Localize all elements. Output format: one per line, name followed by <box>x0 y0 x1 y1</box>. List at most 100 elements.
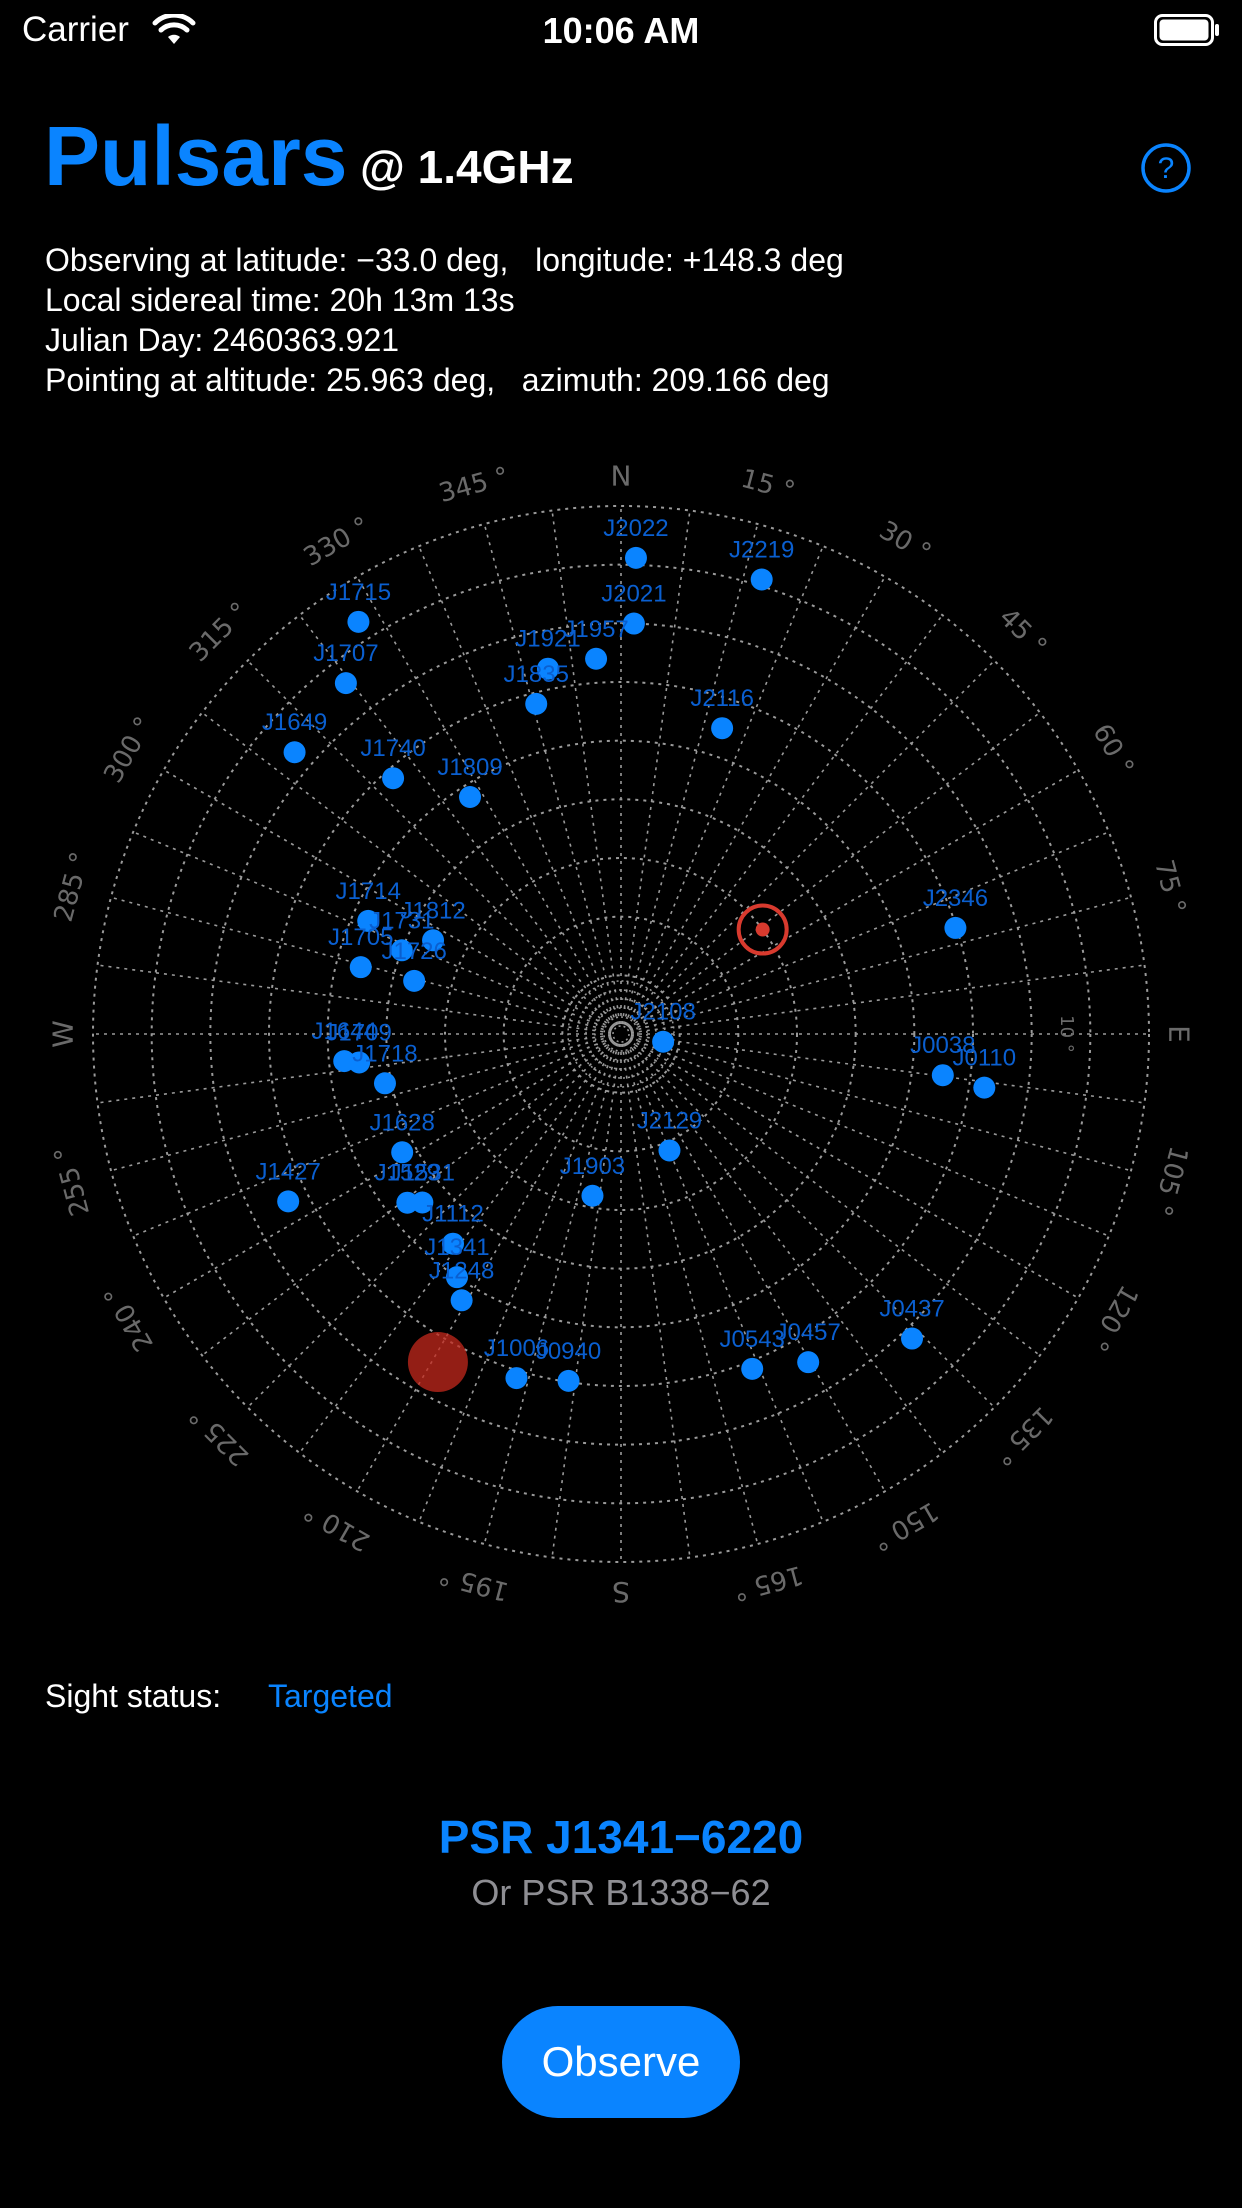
pulsar-marker[interactable] <box>349 956 372 979</box>
battery-icon <box>1154 14 1219 46</box>
target-pulsar-name: PSR J1341−6220 <box>438 1811 804 1863</box>
pulsar-marker[interactable] <box>741 1357 764 1380</box>
svg-text:?: ? <box>1158 152 1175 185</box>
azimuth-label: 75 ° <box>1148 857 1191 917</box>
pulsar-marker[interactable] <box>658 1139 681 1162</box>
pulsar-marker[interactable] <box>403 969 426 992</box>
azimuth-spoke <box>629 769 1079 1030</box>
altitude-label: 10 ° <box>1056 1015 1077 1053</box>
pulsar-label: J2129 <box>637 1107 702 1134</box>
pulsar-label: J1809 <box>437 754 502 781</box>
azimuth-label: 210 ° <box>299 1495 375 1556</box>
pulsar-marker[interactable] <box>750 568 773 591</box>
pulsar-marker[interactable] <box>901 1327 924 1350</box>
pulsar-label: J0437 <box>879 1296 944 1323</box>
azimuth-label: 120 ° <box>1082 1280 1143 1356</box>
pulsar-marker[interactable] <box>711 717 734 740</box>
azimuth-label: 345 ° <box>436 462 512 509</box>
pulsar-marker[interactable] <box>652 1030 675 1053</box>
pulsar-label: J1112 <box>422 1201 484 1228</box>
pulsar-marker[interactable] <box>931 1064 954 1087</box>
pulsar-marker[interactable] <box>624 546 647 569</box>
azimuth-spoke <box>629 831 1110 1031</box>
pulsar-marker[interactable] <box>450 1289 473 1312</box>
direction-label-south: S <box>612 1576 630 1609</box>
pulsar-label: J2108 <box>630 999 695 1026</box>
pulsar-marker[interactable] <box>277 1190 300 1213</box>
pulsar-marker[interactable] <box>525 692 548 715</box>
azimuth-label: 285 ° <box>49 849 96 925</box>
pointing-marker <box>407 1332 468 1393</box>
frequency-label: @ 1.4GHz <box>360 141 574 193</box>
pulsar-marker[interactable] <box>973 1076 996 1099</box>
pulsar-marker[interactable] <box>944 916 967 939</box>
direction-label-north: N <box>611 460 632 493</box>
azimuth-label: 330 ° <box>299 511 375 572</box>
observation-info: Observing at latitude: −33.0 deg, longit… <box>45 240 844 400</box>
target-reticle-dot <box>755 922 770 937</box>
pulsar-marker[interactable] <box>581 1184 604 1207</box>
julian-day-line: Julian Day: 2460363.921 <box>45 322 400 358</box>
pulsar-marker[interactable] <box>382 767 405 790</box>
observe-button[interactable]: Observe <box>502 2006 740 2118</box>
azimuth-label: 300 ° <box>98 712 159 788</box>
pulsar-label: J2022 <box>603 515 668 542</box>
azimuth-label: 150 ° <box>867 1495 943 1556</box>
azimuth-spoke <box>132 1037 613 1237</box>
pulsar-marker[interactable] <box>283 741 306 764</box>
sky-chart[interactable]: N E S W 15 ° 30 ° 45 ° 60 ° 75 ° 105 ° 120 ° 135 ° 1… <box>0 440 1242 1620</box>
pulsar-marker[interactable] <box>585 647 608 670</box>
direction-label-west: W <box>47 1020 80 1048</box>
pulsar-label: J1903 <box>560 1153 625 1180</box>
pulsar-label: J0457 <box>775 1319 840 1346</box>
pulsar-marker[interactable] <box>459 785 482 808</box>
pulsar-marker[interactable] <box>347 610 370 633</box>
azimuth-spoke <box>629 1037 1110 1237</box>
sky-grid <box>92 505 1150 1563</box>
azimuth-label: 315 ° <box>184 597 255 668</box>
azimuth-label: 105 ° <box>1146 1143 1193 1219</box>
azimuth-spoke <box>624 545 824 1026</box>
azimuth-label: 30 ° <box>874 516 936 569</box>
azimuth-spoke <box>629 1038 1079 1299</box>
pulsar-label: J1921 <box>515 626 580 653</box>
center-ring <box>612 1025 630 1043</box>
azimuth-spoke <box>483 523 620 1025</box>
clock: 10:06 AM <box>542 10 700 51</box>
azimuth-spoke <box>626 614 944 1027</box>
azimuth-label: 195 ° <box>436 1559 512 1606</box>
pulsar-label: J1714 <box>336 878 401 905</box>
azimuth-label: 45 ° <box>993 603 1053 663</box>
sidereal-time-line: Local sidereal time: 20h 13m 13s <box>45 282 515 318</box>
pulsar-label: J2219 <box>729 536 794 563</box>
pulsar-marker[interactable] <box>505 1367 528 1390</box>
pulsar-marker[interactable] <box>797 1351 820 1374</box>
azimuth-spoke <box>630 896 1132 1033</box>
azimuth-label: 240 ° <box>98 1280 159 1356</box>
pulsar-label: J1718 <box>352 1040 417 1067</box>
pulsar-marker[interactable] <box>334 672 357 695</box>
pulsar-label: J1726 <box>381 938 446 965</box>
sight-status-label: Sight status: <box>45 1678 222 1714</box>
azimuth-spoke <box>628 711 1041 1029</box>
help-icon[interactable]: ? <box>1140 142 1192 194</box>
pulsar-label: J1707 <box>313 640 378 667</box>
azimuth-spoke <box>483 1043 620 1545</box>
pulsar-label: J1628 <box>369 1109 434 1136</box>
sight-status-value: Targeted <box>268 1678 393 1714</box>
azimuth-label: 135 ° <box>987 1400 1058 1471</box>
location-line: Observing at latitude: −33.0 deg, longit… <box>45 242 844 278</box>
pulsar-marker[interactable] <box>373 1072 396 1095</box>
azimuth-spoke <box>625 576 886 1026</box>
target-pulsar-alt-name: Or PSR B1338−62 <box>471 1872 771 1913</box>
azimuth-label: 60 ° <box>1086 719 1139 781</box>
pulsar-label: J1740 <box>360 735 425 762</box>
pulsar-label: J1531 <box>390 1159 455 1186</box>
azimuth-spoke <box>551 1043 621 1558</box>
direction-label-east: E <box>1163 1025 1196 1043</box>
pulsar-label: J1649 <box>262 709 327 736</box>
azimuth-label: 225 ° <box>184 1400 255 1471</box>
status-bar: Carrier 10:06 AM <box>0 0 1242 62</box>
pulsar-marker[interactable] <box>557 1369 580 1392</box>
pulsar-label: J1835 <box>504 661 569 688</box>
